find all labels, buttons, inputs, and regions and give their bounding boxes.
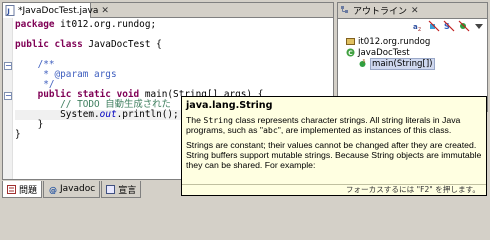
hide-nonpublic-icon[interactable] (458, 20, 470, 32)
problems-icon (7, 184, 16, 194)
hide-static-icon[interactable]: S (443, 20, 455, 32)
svg-text:S: S (363, 59, 366, 65)
bottom-tab-problems[interactable]: 問題 (2, 181, 43, 198)
close-icon[interactable]: ✕ (411, 6, 419, 16)
code-token: JavaDocTest { (88, 39, 162, 50)
svg-text:J: J (6, 8, 10, 16)
code-token: } (15, 129, 21, 140)
javadoc-icon: @ (48, 185, 57, 195)
popup-paragraph-2: Strings are constant; their values canno… (186, 140, 482, 170)
bottom-tab-label: 問題 (19, 185, 38, 196)
outline-tree-label: it012.org.rundog (358, 36, 431, 47)
outline-tree-item[interactable]: Smain(String[]) (342, 57, 487, 70)
outline-tree-label: JavaDocTest (358, 47, 410, 58)
bottom-tab-label: 宣言 (118, 185, 137, 196)
editor-gutter: − − (3, 18, 13, 179)
outline-toolbar: az S (413, 20, 485, 33)
method-icon: S (358, 59, 367, 68)
outline-tree-label: main(String[]) (370, 57, 435, 70)
editor-tab-label: *JavaDocTest.java (18, 5, 99, 16)
svg-text:@: @ (49, 186, 57, 194)
editor-tabbar: J *JavaDocTest.java ✕ (3, 3, 333, 18)
sort-icon[interactable]: az (413, 20, 425, 33)
svg-text:z: z (418, 26, 421, 32)
svg-text:C: C (348, 50, 353, 57)
package-icon (346, 37, 355, 46)
code-line[interactable]: package it012.org.rundog; (15, 20, 263, 30)
javadoc-hover-popup[interactable]: java.lang.String The String class repres… (181, 96, 487, 196)
code-token: out (99, 109, 117, 120)
fold-collapse-icon[interactable]: − (4, 92, 12, 100)
declaration-icon (106, 184, 116, 194)
popup-title: java.lang.String (186, 100, 273, 111)
bottom-tab-javadoc[interactable]: @ Javadoc (43, 181, 101, 198)
outline-tree-item[interactable]: C JavaDocTest (342, 47, 487, 58)
class-icon: C (346, 48, 355, 57)
hide-fields-icon[interactable] (428, 20, 440, 32)
outline-title: アウトライン (353, 7, 408, 17)
fold-collapse-icon[interactable]: − (4, 62, 12, 70)
code-token: it012.org.rundog; (60, 19, 157, 30)
bottom-tab-bar: 問題 @ Javadoc 宣言 (2, 181, 172, 198)
close-icon[interactable]: ✕ (101, 6, 109, 16)
editor-tab[interactable]: J *JavaDocTest.java ✕ (3, 3, 109, 18)
popup-footer-hint: フォーカスするには "F2" を押します。 (182, 184, 486, 195)
code-token: public class (15, 39, 89, 50)
outline-tree-item[interactable]: it012.org.rundog (342, 36, 487, 47)
code-line[interactable]: public class JavaDocTest { (15, 40, 263, 50)
outline-icon (340, 5, 351, 16)
code-token: package (15, 19, 61, 30)
bottom-tab-declaration[interactable]: 宣言 (101, 181, 142, 198)
java-file-icon: J (5, 5, 16, 16)
menu-icon[interactable] (473, 20, 485, 32)
popup-paragraph-1: The String class represents character st… (186, 115, 461, 135)
outline-title-bar: アウトライン ✕ (338, 3, 487, 19)
code-token: .println(); (116, 109, 179, 120)
bottom-tab-label: Javadoc (60, 184, 96, 194)
